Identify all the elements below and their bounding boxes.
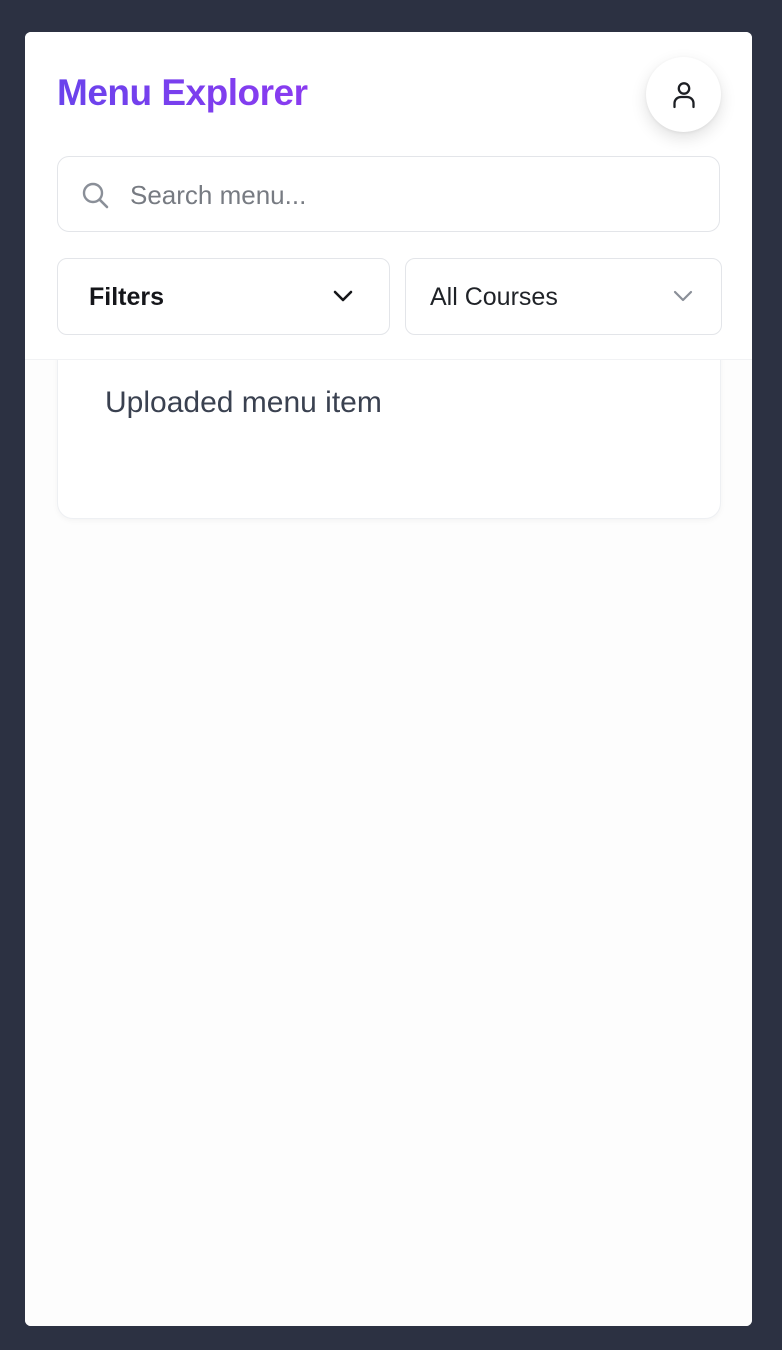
menu-item-name: Uploaded menu item <box>105 386 382 419</box>
menu-content-area: Uploaded menu item <box>25 339 752 1326</box>
chevron-down-icon <box>333 290 353 302</box>
page-title: Menu Explorer <box>57 72 308 113</box>
profile-button[interactable] <box>646 57 721 132</box>
user-icon <box>672 81 695 108</box>
filters-dropdown[interactable]: Filters <box>57 258 390 335</box>
search-input[interactable] <box>128 157 702 233</box>
course-selected-value: All Courses <box>430 283 558 311</box>
menu-item-card[interactable]: Uploaded menu item <box>57 339 721 519</box>
filters-label: Filters <box>89 283 165 311</box>
course-dropdown[interactable]: All Courses <box>405 258 722 335</box>
search-icon <box>82 182 109 209</box>
header: Menu Explorer Filters All Courses <box>25 32 752 360</box>
search-bar <box>57 156 720 233</box>
chevron-down-icon <box>673 290 693 302</box>
app-panel: Uploaded menu item Menu Explorer Filters <box>25 32 752 1326</box>
